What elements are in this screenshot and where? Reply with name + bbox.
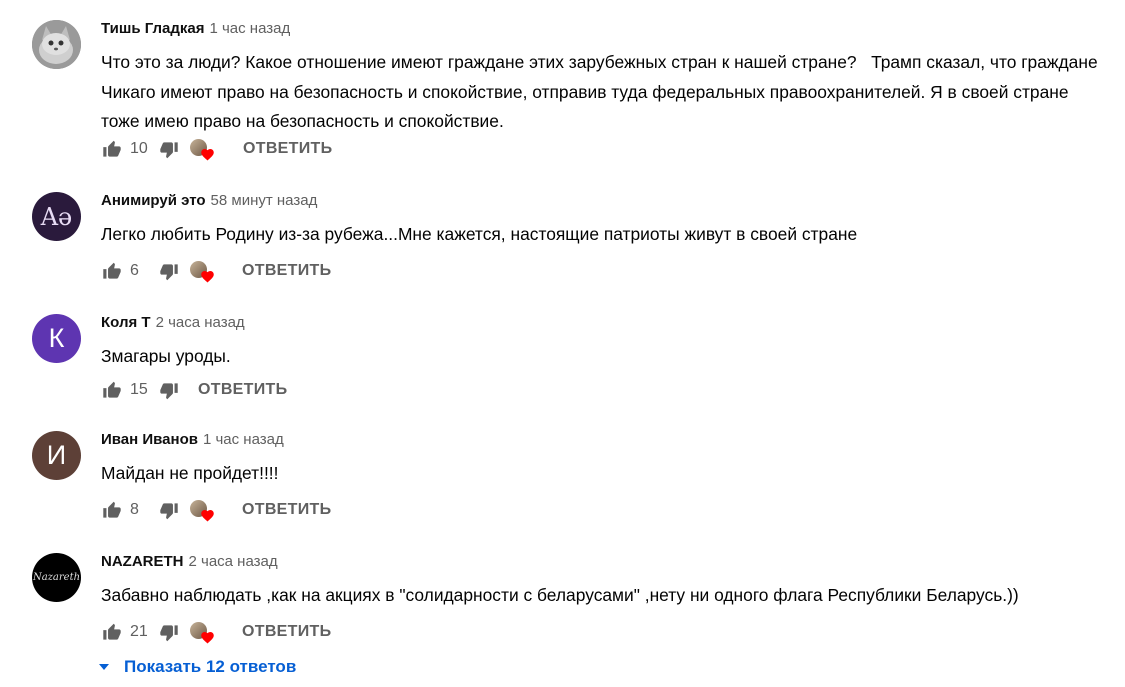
like-button[interactable] (101, 379, 123, 401)
thumb-down-icon (160, 502, 178, 519)
caret-down-icon (99, 664, 109, 670)
avatar-letter: К (48, 323, 65, 353)
dislike-button[interactable] (158, 379, 180, 401)
thumb-up-icon (103, 381, 121, 398)
show-replies-label[interactable]: Показать 12 ответов (124, 657, 296, 677)
author-name[interactable]: Иван Иванов (101, 431, 198, 448)
thumb-up-icon (103, 140, 121, 157)
cat-photo-icon (32, 20, 81, 69)
dislike-button[interactable] (158, 621, 180, 643)
dislike-button[interactable] (158, 138, 180, 160)
reply-button[interactable]: ОТВЕТИТЬ (243, 140, 332, 158)
show-replies-button[interactable]: Показать 12 ответов (98, 657, 296, 677)
creator-heart (190, 258, 218, 284)
author-name[interactable]: Тишь Гладкая (101, 20, 204, 37)
dislike-button[interactable] (158, 499, 180, 521)
comment-actions: 10 ОТВЕТИТЬ (101, 136, 332, 162)
like-count: 6 (130, 262, 139, 279)
comment-time[interactable]: 58 минут назад (211, 192, 318, 209)
comment-actions: 8 ОТВЕТИТЬ (101, 497, 331, 523)
like-count: 21 (130, 623, 148, 640)
comment-actions: 21 ОТВЕТИТЬ (101, 619, 331, 645)
like-button[interactable] (101, 138, 123, 160)
comment-header: NAZARETH 2 часа назад (101, 553, 278, 573)
author-name[interactable]: Анимируй это (101, 192, 206, 209)
comment-time[interactable]: 1 час назад (209, 20, 290, 37)
creator-heart (190, 619, 218, 645)
like-button[interactable] (101, 621, 123, 643)
heart-icon (201, 510, 214, 522)
comment-text: Что это за люди? Какое отношение имеют г… (101, 52, 1103, 131)
reply-button[interactable]: ОТВЕТИТЬ (242, 262, 331, 280)
reply-button[interactable]: ОТВЕТИТЬ (242, 501, 331, 519)
thumb-down-icon (160, 263, 178, 280)
avatar[interactable]: Nazareth (32, 553, 81, 602)
comment-header: Анимируй это 58 минут назад (101, 192, 317, 212)
thumb-down-icon (160, 382, 178, 399)
heart-icon (201, 271, 214, 283)
comment-actions: 6 ОТВЕТИТЬ (101, 258, 331, 284)
like-button[interactable] (101, 260, 123, 282)
creator-heart (190, 497, 218, 523)
thumb-down-icon (160, 141, 178, 158)
dislike-button[interactable] (158, 260, 180, 282)
thumb-up-icon (103, 501, 121, 518)
comment-actions: 15 ОТВЕТИТЬ (101, 377, 287, 403)
comment-header: Тишь Гладкая 1 час назад (101, 20, 290, 40)
thumb-up-icon (103, 262, 121, 279)
thumb-up-icon (103, 623, 121, 640)
reply-button[interactable]: ОТВЕТИТЬ (242, 623, 331, 641)
avatar[interactable]: К (32, 314, 81, 363)
comment-time[interactable]: 1 час назад (203, 431, 284, 448)
like-count: 10 (130, 140, 148, 157)
reply-button[interactable]: ОТВЕТИТЬ (198, 381, 287, 399)
avatar-letter: Aə (40, 202, 73, 231)
comment-time[interactable]: 2 часа назад (189, 553, 278, 570)
avatar[interactable]: И (32, 431, 81, 480)
thumb-down-icon (160, 624, 178, 641)
like-count: 15 (130, 381, 148, 398)
avatar-logo: Nazareth (32, 572, 81, 583)
heart-icon (201, 149, 214, 161)
author-name[interactable]: Коля Т (101, 314, 151, 331)
author-name[interactable]: NAZARETH (101, 553, 184, 570)
comment-text: Змагары уроды. (101, 346, 231, 366)
comment-text: Майдан не пройдет!!!! (101, 463, 279, 483)
comment-time[interactable]: 2 часа назад (156, 314, 245, 331)
comment-text: Легко любить Родину из-за рубежа...Мне к… (101, 224, 858, 244)
avatar-letter: И (46, 440, 67, 470)
comment-header: Коля Т 2 часа назад (101, 314, 245, 334)
comment-text: Забавно наблюдать ,как на акциях в "соли… (101, 585, 1019, 605)
creator-heart (190, 136, 218, 162)
comment-header: Иван Иванов 1 час назад (101, 431, 284, 451)
like-button[interactable] (101, 499, 123, 521)
avatar[interactable]: Aə (32, 192, 81, 241)
avatar[interactable] (32, 20, 81, 69)
like-count: 8 (130, 501, 139, 518)
heart-icon (201, 632, 214, 644)
